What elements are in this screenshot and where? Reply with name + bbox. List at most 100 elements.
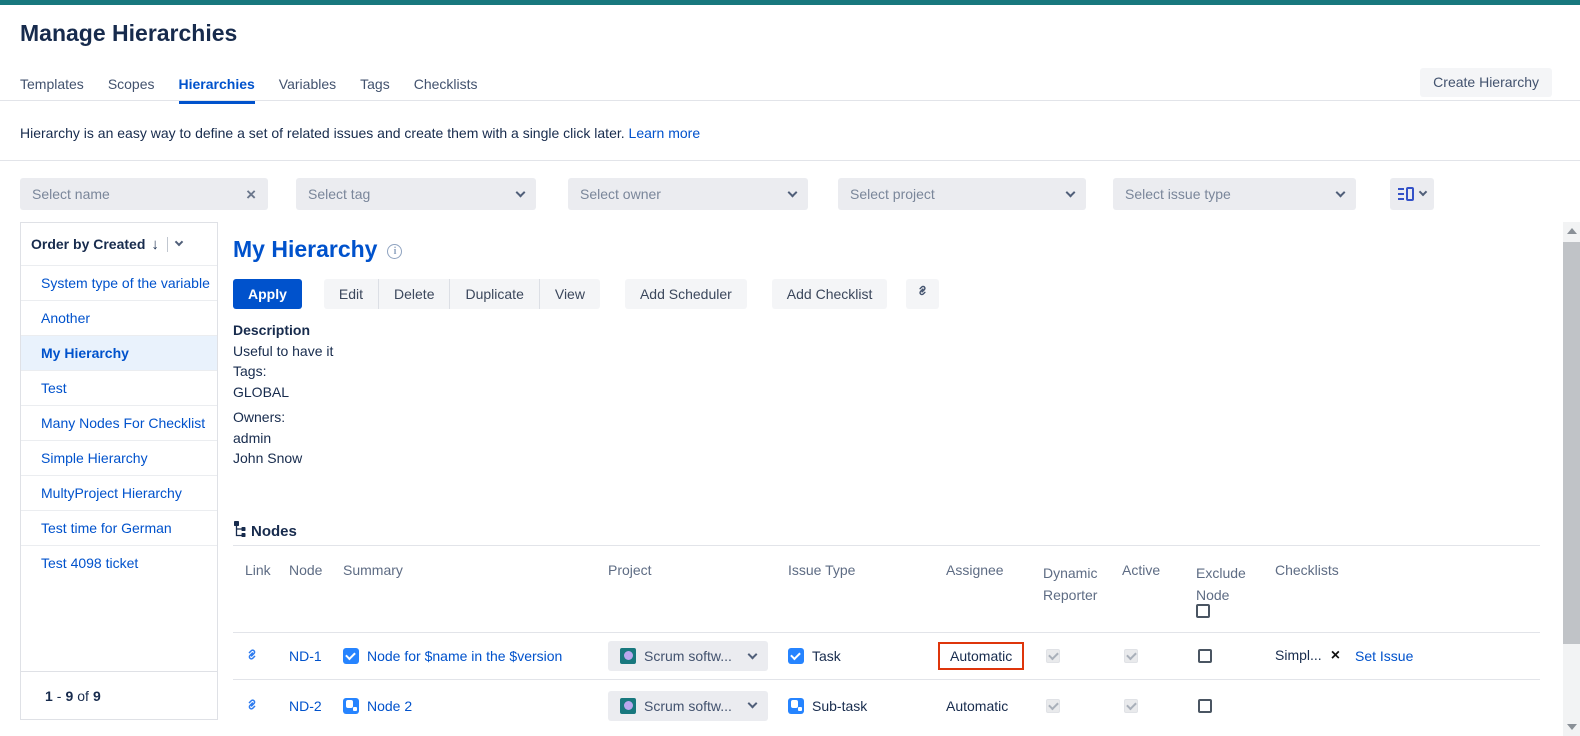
vertical-scrollbar[interactable] — [1563, 222, 1580, 736]
chevron-down-icon — [1066, 187, 1076, 197]
description-block: Description Useful to have it Tags: GLOB… — [233, 320, 333, 469]
delete-button[interactable]: Delete — [378, 279, 449, 309]
add-scheduler-button[interactable]: Add Scheduler — [625, 279, 747, 309]
issue-type-cell[interactable]: Sub-task — [788, 698, 867, 714]
issue-type-cell[interactable]: Task — [788, 648, 841, 664]
info-icon[interactable]: i — [387, 244, 402, 259]
dynamic-reporter-checkbox[interactable] — [1046, 649, 1060, 663]
description-label: Description — [233, 320, 333, 341]
hierarchy-list-item[interactable]: MultyProject Hierarchy — [21, 475, 217, 510]
edit-button[interactable]: Edit — [324, 279, 378, 309]
assignee-value-highlighted[interactable]: Automatic — [938, 642, 1024, 670]
hierarchy-list-item[interactable]: Another — [21, 300, 217, 335]
nodes-section-header: Nodes — [233, 521, 297, 541]
view-button[interactable]: View — [539, 279, 600, 309]
intro-sentence: Hierarchy is an easy way to define a set… — [20, 125, 625, 141]
checklist-name: Simpl... — [1275, 647, 1322, 663]
assignee-value[interactable]: Automatic — [946, 698, 1008, 714]
project-select[interactable]: Scrum softw... — [608, 691, 768, 721]
node-summary: Node 2 — [343, 698, 412, 714]
link-icon[interactable] — [243, 695, 261, 716]
col-summary: Summary — [343, 562, 403, 578]
node-summary-link[interactable]: Node 2 — [367, 698, 412, 714]
project-select-value: Scrum softw... — [644, 698, 741, 714]
exclude-node-checkbox[interactable] — [1198, 649, 1212, 663]
exclude-node-checkbox[interactable] — [1198, 699, 1212, 713]
subtask-icon — [343, 698, 359, 714]
hierarchy-list-item[interactable]: Test time for German — [21, 510, 217, 545]
link-icon[interactable] — [243, 646, 261, 667]
chevron-down-icon — [516, 187, 526, 197]
hierarchy-list-item-selected[interactable]: My Hierarchy — [21, 335, 217, 370]
intro-text: Hierarchy is an easy way to define a set… — [20, 125, 700, 141]
add-checklist-button[interactable]: Add Checklist — [772, 279, 888, 309]
select-issue-type-dropdown[interactable]: Select issue type — [1113, 178, 1356, 210]
hierarchy-list-item[interactable]: Test 4098 ticket — [21, 545, 217, 580]
select-project-dropdown[interactable]: Select project — [838, 178, 1086, 210]
active-checkbox[interactable] — [1124, 649, 1138, 663]
copy-link-button[interactable] — [906, 279, 939, 309]
task-icon — [788, 648, 804, 664]
tags-value: GLOBAL — [233, 382, 333, 403]
hierarchy-list-item[interactable]: Simple Hierarchy — [21, 440, 217, 475]
col-project: Project — [608, 562, 652, 578]
chevron-down-icon[interactable] — [175, 238, 183, 246]
select-owner-placeholder: Select owner — [580, 186, 661, 202]
select-name-placeholder: Select name — [32, 186, 110, 202]
sidebar-spacer — [21, 580, 217, 671]
col-active: Active — [1122, 562, 1160, 578]
scroll-down-arrow-icon[interactable] — [1567, 724, 1577, 730]
col-checklists: Checklists — [1275, 562, 1339, 578]
task-icon — [343, 648, 359, 664]
chevron-down-icon — [1336, 187, 1346, 197]
dynamic-reporter-checkbox[interactable] — [1046, 699, 1060, 713]
node-key-link[interactable]: ND-1 — [289, 648, 322, 664]
scrollbar-thumb[interactable] — [1563, 242, 1580, 644]
page-title: Manage Hierarchies — [20, 20, 237, 47]
pagination: 1 - 9 of 9 — [21, 671, 217, 719]
hierarchy-list-item[interactable]: Test — [21, 370, 217, 405]
clear-name-icon[interactable]: × — [246, 186, 256, 203]
node-summary: Node for $name in the $version — [343, 648, 562, 664]
page-of: of — [77, 688, 89, 704]
select-owner-dropdown[interactable]: Select owner — [568, 178, 808, 210]
project-select[interactable]: Scrum softw... — [608, 641, 768, 671]
order-by-label: Order by Created — [31, 236, 145, 252]
project-avatar-icon — [620, 698, 636, 714]
columns-icon — [1398, 187, 1414, 201]
create-hierarchy-button[interactable]: Create Hierarchy — [1420, 68, 1552, 97]
duplicate-button[interactable]: Duplicate — [449, 279, 538, 309]
tabs-divider — [0, 100, 1580, 101]
learn-more-link[interactable]: Learn more — [629, 125, 701, 141]
order-by-control[interactable]: Order by Created ↓ — [21, 223, 217, 265]
divider — [167, 237, 168, 252]
select-tag-dropdown[interactable]: Select tag — [296, 178, 536, 210]
owners-label: Owners: — [233, 407, 333, 428]
chevron-down-icon — [1419, 188, 1427, 196]
chevron-down-icon — [748, 699, 758, 709]
scroll-up-arrow-icon[interactable] — [1567, 228, 1577, 234]
view-columns-button[interactable] — [1390, 178, 1434, 210]
page-end: 9 — [65, 688, 73, 704]
hierarchy-list-panel: Order by Created ↓ System type of the va… — [20, 222, 218, 720]
node-key-link[interactable]: ND-2 — [289, 698, 322, 714]
select-name-input[interactable]: Select name × — [20, 178, 268, 210]
hierarchy-list-item[interactable]: Many Nodes For Checklist — [21, 405, 217, 440]
set-issue-link[interactable]: Set Issue — [1355, 648, 1413, 664]
col-link: Link — [245, 562, 271, 578]
nodes-table-header: Link Node Summary Project Issue Type Ass… — [233, 556, 1540, 633]
col-issue-type: Issue Type — [788, 562, 855, 578]
active-checkbox[interactable] — [1124, 699, 1138, 713]
select-project-placeholder: Select project — [850, 186, 935, 202]
page-start: 1 — [45, 688, 53, 704]
project-avatar-icon — [620, 648, 636, 664]
hierarchy-list-item[interactable]: System type of the variable — [21, 265, 217, 300]
hierarchy-tree-icon — [233, 521, 246, 541]
subtask-icon — [788, 698, 804, 714]
remove-checklist-icon[interactable]: × — [1331, 647, 1340, 664]
node-row-nd1: ND-1 Node for $name in the $version Scru… — [233, 633, 1540, 680]
sort-desc-icon[interactable]: ↓ — [151, 236, 159, 253]
node-summary-link[interactable]: Node for $name in the $version — [367, 648, 562, 664]
exclude-all-checkbox[interactable] — [1196, 604, 1210, 618]
apply-button[interactable]: Apply — [233, 279, 302, 309]
